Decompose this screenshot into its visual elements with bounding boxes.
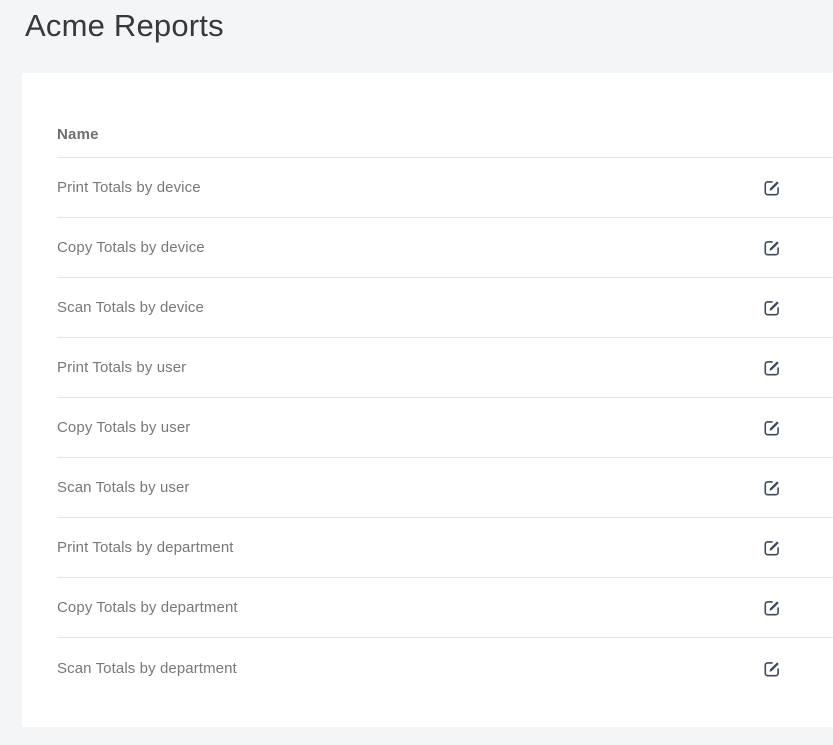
report-row: Print Totals by user bbox=[57, 338, 833, 398]
report-name-label: Print Totals by department bbox=[57, 539, 234, 556]
report-row: Print Totals by device bbox=[57, 158, 833, 218]
edit-report-button[interactable] bbox=[761, 596, 784, 619]
report-row: Copy Totals by device bbox=[57, 218, 833, 278]
report-name-label: Copy Totals by user bbox=[57, 419, 190, 436]
edit-icon bbox=[763, 298, 782, 317]
report-name-label: Copy Totals by department bbox=[57, 599, 238, 616]
report-row: Copy Totals by user bbox=[57, 398, 833, 458]
report-name-label: Scan Totals by device bbox=[57, 299, 204, 316]
reports-table: Name Print Totals by device Copy Totals … bbox=[57, 73, 833, 698]
edit-report-button[interactable] bbox=[761, 296, 784, 319]
edit-report-button[interactable] bbox=[761, 356, 784, 379]
report-row: Print Totals by department bbox=[57, 518, 833, 578]
edit-report-button[interactable] bbox=[761, 416, 784, 439]
report-name-label: Scan Totals by user bbox=[57, 479, 190, 496]
report-name-label: Scan Totals by department bbox=[57, 660, 237, 677]
edit-icon bbox=[763, 238, 782, 257]
report-name-label: Print Totals by user bbox=[57, 359, 186, 376]
report-name-label: Copy Totals by device bbox=[57, 239, 205, 256]
edit-report-button[interactable] bbox=[761, 236, 784, 259]
report-name-label: Print Totals by device bbox=[57, 179, 201, 196]
reports-card: Name Print Totals by device Copy Totals … bbox=[22, 73, 833, 727]
edit-report-button[interactable] bbox=[761, 176, 784, 199]
edit-icon bbox=[763, 478, 782, 497]
report-row: Copy Totals by department bbox=[57, 578, 833, 638]
edit-report-button[interactable] bbox=[761, 657, 784, 680]
edit-icon bbox=[763, 358, 782, 377]
report-row: Scan Totals by department bbox=[57, 638, 833, 698]
edit-icon bbox=[763, 538, 782, 557]
page-title: Acme Reports bbox=[0, 0, 833, 44]
table-header-row: Name bbox=[57, 73, 833, 158]
edit-icon bbox=[763, 659, 782, 678]
edit-icon bbox=[763, 178, 782, 197]
column-header-name: Name bbox=[57, 126, 99, 143]
edit-icon bbox=[763, 418, 782, 437]
edit-icon bbox=[763, 598, 782, 617]
edit-report-button[interactable] bbox=[761, 536, 784, 559]
report-row: Scan Totals by device bbox=[57, 278, 833, 338]
table-body: Print Totals by device Copy Totals by de… bbox=[57, 158, 833, 698]
report-row: Scan Totals by user bbox=[57, 458, 833, 518]
edit-report-button[interactable] bbox=[761, 476, 784, 499]
